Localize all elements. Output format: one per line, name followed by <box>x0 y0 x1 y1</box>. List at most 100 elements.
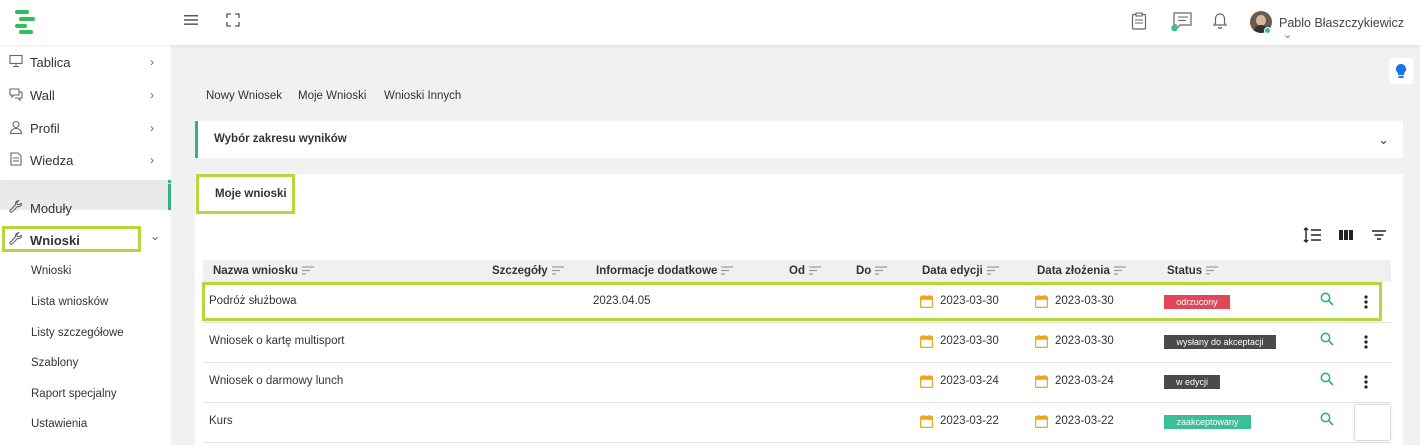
messages-icon[interactable] <box>1171 12 1193 32</box>
column-label: Status <box>1167 265 1203 277</box>
sidebar-subitem-lista-wnioskow[interactable]: Lista wniosków <box>31 296 108 308</box>
sidebar-subitem-wnioski[interactable]: Wnioski <box>31 265 71 277</box>
calendar-icon <box>920 375 933 388</box>
tab-nowy-wniosek[interactable]: Nowy Wniosek <box>206 90 282 102</box>
tab-section-label: Moje wnioski <box>215 188 287 200</box>
col-status[interactable]: Status <box>1167 265 1219 277</box>
col-szczegoly[interactable]: Szczegóły <box>492 265 564 277</box>
cell-data-zlozenia: 2023-03-22 <box>1055 415 1114 427</box>
row-actions-focus <box>1354 404 1391 441</box>
calendar-icon <box>1035 415 1048 428</box>
user-icon <box>9 120 23 134</box>
column-label: Szczegóły <box>492 265 548 277</box>
search-icon[interactable] <box>1320 332 1334 346</box>
cell-data-zlozenia: 2023-03-24 <box>1055 375 1114 387</box>
cell-data-zlozenia: 2023-03-30 <box>1055 335 1114 347</box>
sidebar-subitem-szablony[interactable]: Szablony <box>31 357 78 369</box>
calendar-icon <box>920 335 933 348</box>
status-badge: zaakceptowany <box>1164 415 1251 429</box>
user-name: Pablo Błaszczykiewicz <box>1279 16 1405 30</box>
chevron-down-icon: ⌄ <box>1283 29 1293 41</box>
filter-icon[interactable] <box>1365 222 1393 248</box>
tab-section-moje-wnioski[interactable]: Moje wnioski <box>196 174 295 214</box>
sort-icon[interactable] <box>551 266 564 276</box>
chevron-down-icon: ⌄ <box>150 229 161 243</box>
results-range-panel[interactable]: Wybór zakresu wyników ⌄ <box>195 121 1403 158</box>
chevron-down-icon[interactable]: ⌄ <box>1378 132 1389 148</box>
results-range-title: Wybór zakresu wyników <box>214 133 347 145</box>
more-vertical-icon[interactable] <box>1364 335 1368 349</box>
row-height-icon[interactable] <box>1299 222 1327 248</box>
sidebar-item-wall[interactable]: Wall › <box>0 79 171 111</box>
tab-wnioski-innych[interactable]: Wnioski Innych <box>384 90 461 102</box>
column-label: Data złożenia <box>1037 265 1110 277</box>
col-data-edycji[interactable]: Data edycji <box>922 265 999 277</box>
cell-data-edycji: 2023-03-30 <box>940 335 999 347</box>
highlight-frame <box>202 282 1382 321</box>
more-vertical-icon[interactable] <box>1364 375 1368 389</box>
sidebar-item-label: Profil <box>30 121 60 136</box>
sort-icon[interactable] <box>986 266 999 276</box>
top-bar: Pablo Błaszczykiewicz ⌄ <box>0 0 1420 45</box>
col-nazwa-wniosku[interactable]: Nazwa wniosku <box>213 265 314 277</box>
sidebar-item-wiedza[interactable]: Wiedza › <box>0 144 171 176</box>
search-icon[interactable] <box>1320 372 1334 386</box>
sidebar-subitem-ustawienia[interactable]: Ustawienia <box>31 418 87 430</box>
calendar-icon <box>1035 375 1048 388</box>
sidebar-item-tablica[interactable]: Tablica › <box>0 46 171 78</box>
monitor-icon <box>9 54 23 67</box>
status-badge: w edycji <box>1164 375 1220 389</box>
sidebar-item-profil[interactable]: Profil › <box>0 112 171 144</box>
bell-icon[interactable] <box>1212 12 1228 30</box>
sort-icon[interactable] <box>1206 266 1219 276</box>
column-label: Do <box>856 265 872 277</box>
sidebar-subitem-raport-specjalny[interactable]: Raport specjalny <box>31 388 117 400</box>
lightbulb-icon <box>1396 64 1406 78</box>
cell-nazwa[interactable]: Wniosek o kartę multisport <box>209 335 345 347</box>
sort-icon[interactable] <box>808 266 821 276</box>
col-do[interactable]: Do <box>856 265 888 277</box>
sidebar-item-label: Wiedza <box>30 153 74 168</box>
columns-icon[interactable] <box>1332 222 1360 248</box>
document-icon <box>10 152 22 166</box>
cell-nazwa[interactable]: Wniosek o darmowy lunch <box>209 375 343 387</box>
wrench-icon <box>9 200 23 213</box>
sort-icon[interactable] <box>875 266 888 276</box>
chevron-right-icon: › <box>150 121 154 135</box>
col-informacje-dodatkowe[interactable]: Informacje dodatkowe <box>596 265 734 277</box>
calendar-icon <box>920 415 933 428</box>
tips-button[interactable] <box>1389 58 1413 84</box>
app-logo[interactable] <box>11 8 39 36</box>
online-status-dot <box>1264 27 1271 34</box>
chevron-right-icon: › <box>150 55 154 69</box>
sidebar-item-moduly[interactable]: Moduły <box>0 192 171 224</box>
highlight-frame <box>2 226 141 252</box>
sidebar-divider <box>8 183 171 184</box>
row-divider <box>203 442 1391 443</box>
cell-nazwa[interactable]: Kurs <box>209 415 233 427</box>
cell-data-edycji: 2023-03-24 <box>940 375 999 387</box>
status-badge: wysłany do akceptacji <box>1164 335 1276 349</box>
fullscreen-icon[interactable] <box>226 13 240 27</box>
col-data-zlozenia[interactable]: Data złożenia <box>1037 265 1126 277</box>
sidebar-item-label: Moduły <box>30 201 72 216</box>
tab-moje-wnioski[interactable]: Moje Wnioski <box>298 90 366 102</box>
cell-data-edycji: 2023-03-22 <box>940 415 999 427</box>
sidebar-item-label: Wall <box>30 88 55 103</box>
column-label: Nazwa wniosku <box>213 265 298 277</box>
chevron-right-icon: › <box>150 153 154 167</box>
chevron-right-icon: › <box>150 88 154 102</box>
column-label: Od <box>789 265 805 277</box>
chat-icon <box>9 88 23 101</box>
menu-icon[interactable] <box>184 13 198 27</box>
sort-icon[interactable] <box>721 266 734 276</box>
sort-icon[interactable] <box>302 266 314 276</box>
user-menu[interactable]: Pablo Błaszczykiewicz ⌄ <box>1279 16 1420 44</box>
clipboard-icon[interactable] <box>1131 12 1147 30</box>
sidebar-subitem-listy-szczegolowe[interactable]: Listy szczegółowe <box>31 327 124 339</box>
search-icon[interactable] <box>1320 412 1334 426</box>
sidebar-item-label: Tablica <box>30 55 71 70</box>
col-od[interactable]: Od <box>789 265 821 277</box>
column-label: Informacje dodatkowe <box>596 265 718 277</box>
sort-icon[interactable] <box>1113 266 1126 276</box>
